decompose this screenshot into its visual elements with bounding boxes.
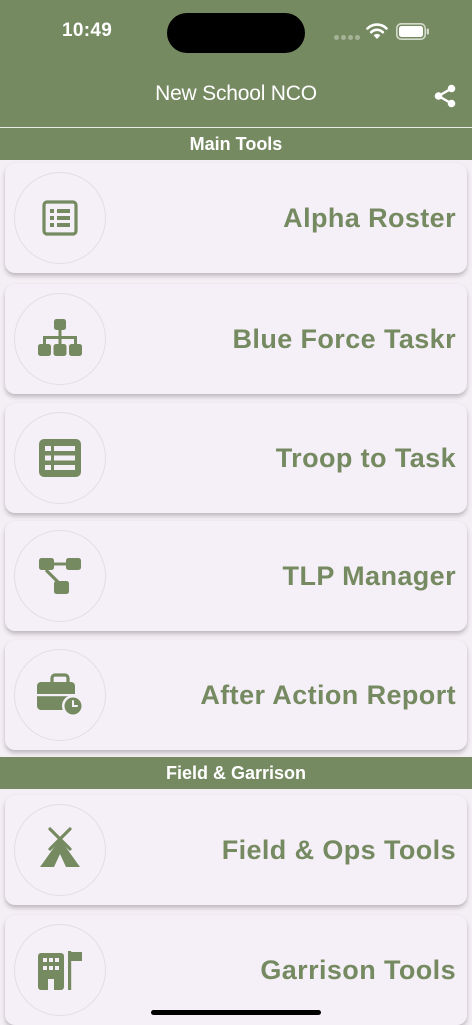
- icon-circle: [14, 293, 106, 385]
- list-alt-icon: [42, 200, 78, 236]
- tlp-manager-card[interactable]: TLP Manager: [5, 521, 467, 631]
- alpha-roster-card[interactable]: Alpha Roster: [5, 163, 467, 273]
- sitemap-icon: [38, 319, 82, 356]
- status-bar: 10:49: [0, 0, 472, 64]
- card-label: Garrison Tools: [260, 955, 456, 985]
- section-header-field-garrison: Field & Garrison: [0, 757, 472, 789]
- after-action-report-card[interactable]: After Action Report: [5, 640, 467, 750]
- icon-circle: [14, 172, 106, 264]
- share-icon[interactable]: [432, 83, 458, 109]
- troop-to-task-card[interactable]: Troop to Task: [5, 403, 467, 513]
- icon-circle: [14, 412, 106, 504]
- card-label: Troop to Task: [275, 443, 456, 473]
- battery-icon: [396, 23, 429, 40]
- building-flag-icon: [38, 951, 82, 990]
- card-label: Field & Ops Tools: [221, 835, 456, 865]
- page-title: New School NCO: [155, 82, 317, 105]
- tent-icon: [40, 827, 80, 867]
- blue-force-taskr-card[interactable]: Blue Force Taskr: [5, 284, 467, 394]
- workflow-icon: [39, 558, 81, 594]
- status-time: 10:49: [62, 20, 113, 41]
- cellular-signal-icon: [334, 35, 360, 41]
- card-label: After Action Report: [200, 680, 456, 710]
- card-label: Alpha Roster: [283, 203, 456, 233]
- business-time-icon: [37, 673, 84, 717]
- dynamic-island: [167, 13, 305, 53]
- card-label: TLP Manager: [282, 561, 456, 591]
- card-label: Blue Force Taskr: [232, 324, 456, 354]
- home-indicator[interactable]: [151, 1010, 321, 1015]
- icon-circle: [14, 530, 106, 622]
- icon-circle: [14, 804, 106, 896]
- section-header-main-tools: Main Tools: [0, 128, 472, 160]
- wifi-icon: [366, 23, 388, 39]
- icon-circle: [14, 924, 106, 1016]
- list-icon: [39, 439, 81, 477]
- icon-circle: [14, 649, 106, 741]
- field-ops-tools-card[interactable]: Field & Ops Tools: [5, 795, 467, 905]
- garrison-tools-card[interactable]: Garrison Tools: [5, 915, 467, 1025]
- app-header: 10:49 New School NCO: [0, 0, 472, 127]
